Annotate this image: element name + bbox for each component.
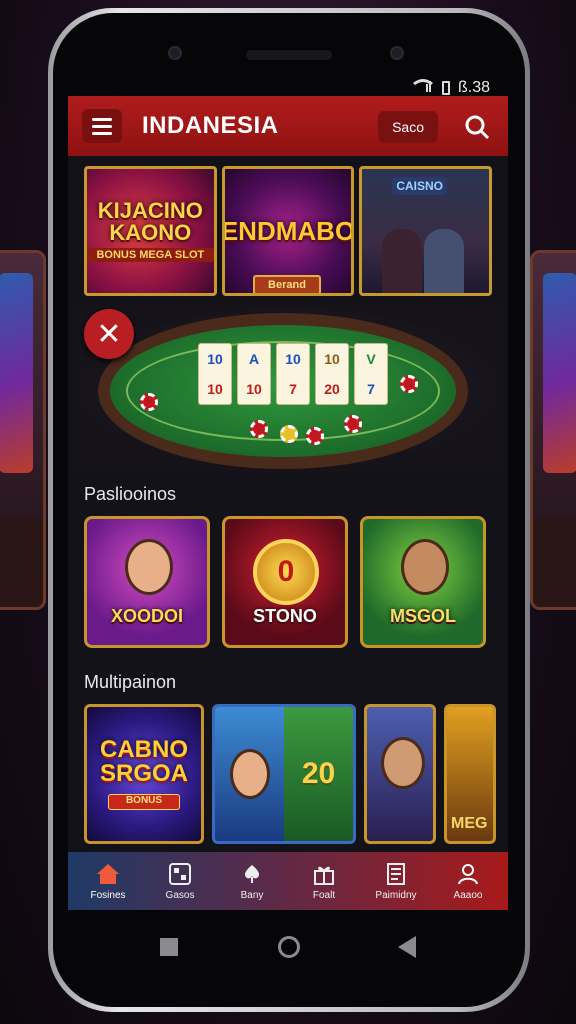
game-tile[interactable]: 0 STONO xyxy=(222,516,348,648)
poker-table: 10 10 A 10 10 7 10 20 V7 xyxy=(98,313,468,469)
playing-card: A 10 xyxy=(237,343,271,405)
game-tile[interactable]: CABNO SRGOA BONUS xyxy=(84,704,204,844)
slot-machine-left xyxy=(0,250,46,610)
chip-icon xyxy=(344,415,362,433)
game-label: STONO xyxy=(253,606,317,626)
game-tile[interactable]: 20 xyxy=(212,704,356,844)
search-icon xyxy=(465,115,490,140)
bottom-nav: Fosines Gasos Bany Foalt Paimidny Aaaoo xyxy=(68,852,508,910)
app-title: INDANESIA xyxy=(142,112,279,139)
status-bar: ß.38 xyxy=(412,78,490,97)
section-title: Multipainon xyxy=(84,672,177,692)
game-row-1: XOODOI 0 STONO MSGOL xyxy=(84,516,486,648)
bonus-button[interactable]: BONUS xyxy=(108,794,180,810)
wifi-icon xyxy=(412,78,434,97)
medal-icon: 0 xyxy=(253,539,319,605)
menu-button[interactable] xyxy=(82,109,122,143)
playing-card: 10 20 xyxy=(315,343,349,405)
chip-icon xyxy=(140,393,158,411)
gift-icon xyxy=(311,862,337,886)
slot-machine-right xyxy=(530,250,576,610)
player-avatar xyxy=(382,229,423,293)
game-label: MSGOL xyxy=(390,606,456,626)
banner-kijacino[interactable]: KIJACINO KAONO BONUS MEGA SLOT xyxy=(84,166,217,296)
search-label-button[interactable]: Saco xyxy=(378,111,438,143)
game-label: MEG xyxy=(451,815,488,832)
close-icon: ✕ xyxy=(96,317,122,351)
app-screen: INDANESIA Saco KIJACINO KAONO BONUS MEGA… xyxy=(68,96,508,910)
card-row: 10 10 A 10 10 7 10 20 V7 xyxy=(198,343,388,405)
player-avatar xyxy=(424,229,465,293)
banner-title: ENDMABO xyxy=(221,216,355,246)
banner-play-button[interactable]: Berand xyxy=(252,275,322,293)
nav-item-cards[interactable]: Bany xyxy=(216,852,288,910)
game-tile[interactable]: MEG xyxy=(444,704,496,844)
playing-card: 10 7 xyxy=(276,343,310,405)
chip-icon xyxy=(400,375,418,393)
character-avatar xyxy=(381,737,425,789)
clock: ß.38 xyxy=(457,78,490,96)
chip-icon xyxy=(280,425,298,443)
game-tile[interactable]: XOODOI xyxy=(84,516,210,648)
recents-button[interactable] xyxy=(160,938,178,956)
character-avatar xyxy=(401,539,449,595)
nav-item-history[interactable]: Paimidny xyxy=(360,852,432,910)
receipt-icon xyxy=(383,862,409,886)
poker-table-hero: 10 10 A 10 10 7 10 20 V7 ✕ xyxy=(68,303,508,473)
section-title: Pasliooinos xyxy=(84,484,177,504)
nav-item-account[interactable]: Aaaoo xyxy=(432,852,504,910)
game-tile[interactable] xyxy=(364,704,436,844)
banner-subtitle: BONUS MEGA SLOT xyxy=(87,248,214,262)
games-icon xyxy=(167,862,193,886)
nav-item-games[interactable]: Gasos xyxy=(144,852,216,910)
search-button[interactable] xyxy=(460,110,494,144)
character-avatar xyxy=(229,749,270,799)
playing-card: V7 xyxy=(354,343,388,405)
banner-title: KIJACINO KAONO xyxy=(97,198,203,245)
top-bar: INDANESIA Saco xyxy=(68,96,508,156)
sensor-icon xyxy=(390,46,404,60)
nav-item-home[interactable]: Fosines xyxy=(72,852,144,910)
home-icon xyxy=(95,862,121,886)
user-icon xyxy=(455,862,481,886)
nav-item-gift[interactable]: Foalt xyxy=(288,852,360,910)
playing-card: 10 10 xyxy=(198,343,232,405)
banner-sign: CAISNO xyxy=(392,177,448,195)
back-button[interactable] xyxy=(398,936,416,958)
system-nav-bar xyxy=(48,930,530,970)
home-button[interactable] xyxy=(278,936,300,958)
cards-icon xyxy=(239,862,265,886)
close-button[interactable]: ✕ xyxy=(84,309,134,359)
battery-icon xyxy=(441,80,450,95)
game-value: 20 xyxy=(301,757,336,790)
game-label: XOODOI xyxy=(110,606,183,626)
banner-endmabo[interactable]: ENDMABO Berand xyxy=(221,166,355,296)
game-tile[interactable]: MSGOL xyxy=(360,516,486,648)
chip-icon xyxy=(250,420,268,438)
banner-live-casino[interactable]: CAISNO xyxy=(359,166,493,296)
game-row-2: CABNO SRGOA BONUS 20 MEG xyxy=(84,704,496,844)
speaker-grille xyxy=(246,50,332,60)
character-avatar xyxy=(125,539,173,595)
game-title: CABNO SRGOA xyxy=(99,736,188,787)
camera-icon xyxy=(168,46,182,60)
chip-icon xyxy=(306,427,324,445)
